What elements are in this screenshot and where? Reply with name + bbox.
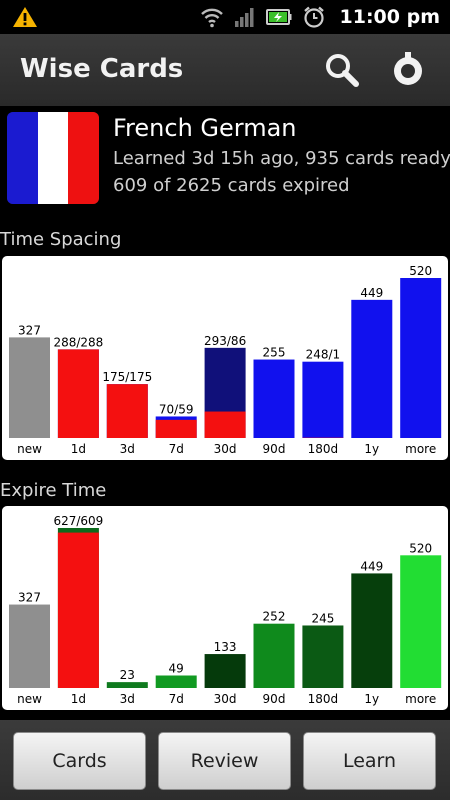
warning-icon	[13, 7, 37, 27]
deck-name: French German	[113, 114, 297, 142]
expire-time-category-label-180d: 180d	[308, 692, 339, 706]
time-spacing-bar-90d	[253, 359, 295, 438]
time-spacing-value-label-7d: 70/59	[159, 402, 194, 416]
expire-time-category-label-3d: 3d	[120, 692, 135, 706]
expire-time-category-label-7d: 7d	[169, 692, 184, 706]
time-spacing-chart-svg: 327 new 288/288 1d 175/175 3d 70/59 7d 293/86 30d…	[9, 264, 442, 456]
expire-time-value-label-7d: 49	[169, 661, 184, 675]
time-spacing-category-label-90d: 90d	[263, 442, 286, 456]
expire-time-category-label-more: more	[405, 692, 436, 706]
expire-time-value-label-1y: 449	[360, 559, 383, 573]
time-spacing-category-label-7d: 7d	[169, 442, 184, 456]
time-spacing-expired-bar-3d	[106, 384, 148, 438]
deck-learned-status: Learned 3d 15h ago, 935 cards ready	[113, 148, 450, 169]
time-spacing-category-label-3d: 3d	[120, 442, 135, 456]
time-spacing-category-label-new: new	[17, 442, 42, 456]
time-spacing-value-label-more: 520	[409, 264, 432, 278]
expire-time-value-label-30d: 133	[214, 640, 237, 654]
expire-time-value-label-more: 520	[409, 541, 432, 555]
signal-icon	[234, 8, 253, 27]
expire-time-value-label-3d: 23	[120, 668, 135, 682]
time-spacing-category-label-30d: 30d	[214, 442, 237, 456]
review-button[interactable]: Review	[158, 732, 291, 790]
time-spacing-bar-more	[400, 278, 442, 438]
expire-time-value-label-180d: 245	[311, 611, 334, 625]
time-spacing-expired-bar-1d	[57, 349, 99, 438]
battery-charging-icon	[265, 9, 291, 25]
learn-button[interactable]: Learn	[303, 732, 436, 790]
flag-stripe-white	[37, 112, 69, 204]
expire-time-bar-3d	[106, 682, 148, 688]
time-spacing-category-label-1y: 1y	[364, 442, 379, 456]
time-spacing-value-label-3d: 175/175	[102, 370, 152, 384]
settings-icon[interactable]	[388, 50, 428, 90]
time-spacing-expired-bar-7d	[155, 419, 197, 438]
expire-time-expired-bar-1d	[57, 532, 99, 688]
time-spacing-category-label-1d: 1d	[71, 442, 86, 456]
expire-time-bar-new	[9, 604, 50, 688]
app-title: Wise Cards	[20, 54, 184, 84]
expire-time-bar-30d	[204, 654, 246, 688]
flag-stripe-red	[68, 112, 99, 204]
time-spacing-value-label-1d: 288/288	[53, 335, 103, 349]
time-spacing-bar-180d	[302, 361, 344, 438]
search-icon[interactable]	[322, 50, 362, 90]
time-spacing-value-label-90d: 255	[263, 346, 286, 360]
time-spacing-value-label-30d: 293/86	[204, 334, 246, 348]
expire-time-category-label-1d: 1d	[71, 692, 86, 706]
time-spacing-value-label-1y: 449	[360, 286, 383, 300]
expire-time-title: Expire Time	[0, 480, 107, 501]
time-spacing-value-label-new: 327	[18, 323, 41, 337]
cards-button[interactable]: Cards	[13, 732, 146, 790]
expire-time-chart[interactable]: 327 new 627/609 1d 23 3d 49 7d 133 30d 252 90d 245 18…	[2, 506, 448, 710]
time-spacing-bar-new	[9, 337, 50, 438]
status-bar: 11:00 pm	[0, 0, 450, 34]
expire-time-bar-1y	[351, 573, 393, 688]
time-spacing-expired-bar-30d	[204, 411, 246, 438]
deck-header[interactable]: French German Learned 3d 15h ago, 935 ca…	[0, 106, 450, 214]
alarm-clock-icon	[303, 6, 324, 28]
expire-time-category-label-1y: 1y	[364, 692, 379, 706]
time-spacing-value-label-180d: 248/1	[306, 348, 341, 362]
expire-time-bar-7d	[155, 675, 197, 688]
time-spacing-category-label-more: more	[405, 442, 436, 456]
expire-time-category-label-90d: 90d	[263, 692, 286, 706]
time-spacing-chart[interactable]: 327 new 288/288 1d 175/175 3d 70/59 7d 293/86 30d…	[2, 256, 448, 460]
action-bar: Wise Cards	[0, 34, 450, 106]
french-flag-icon	[7, 112, 99, 204]
expire-time-chart-svg: 327 new 627/609 1d 23 3d 49 7d 133 30d 252 90d 245 18…	[9, 514, 442, 706]
expire-time-bar-180d	[302, 625, 344, 688]
status-clock: 11:00 pm	[339, 6, 441, 28]
deck-expired-status: 609 of 2625 cards expired	[113, 175, 350, 196]
expire-time-value-label-1d: 627/609	[53, 514, 103, 528]
expire-time-category-label-30d: 30d	[214, 692, 237, 706]
time-spacing-bar-1y	[351, 299, 393, 438]
expire-time-value-label-90d: 252	[263, 610, 286, 624]
time-spacing-title: Time Spacing	[0, 229, 122, 250]
wifi-icon	[200, 8, 223, 28]
expire-time-value-label-new: 327	[18, 591, 41, 605]
bottom-button-bar: Cards Review Learn	[0, 720, 450, 800]
expire-time-bar-more	[400, 555, 442, 688]
time-spacing-category-label-180d: 180d	[308, 442, 339, 456]
expire-time-category-label-new: new	[17, 692, 42, 706]
flag-stripe-blue	[7, 112, 38, 204]
expire-time-bar-90d	[253, 623, 295, 688]
